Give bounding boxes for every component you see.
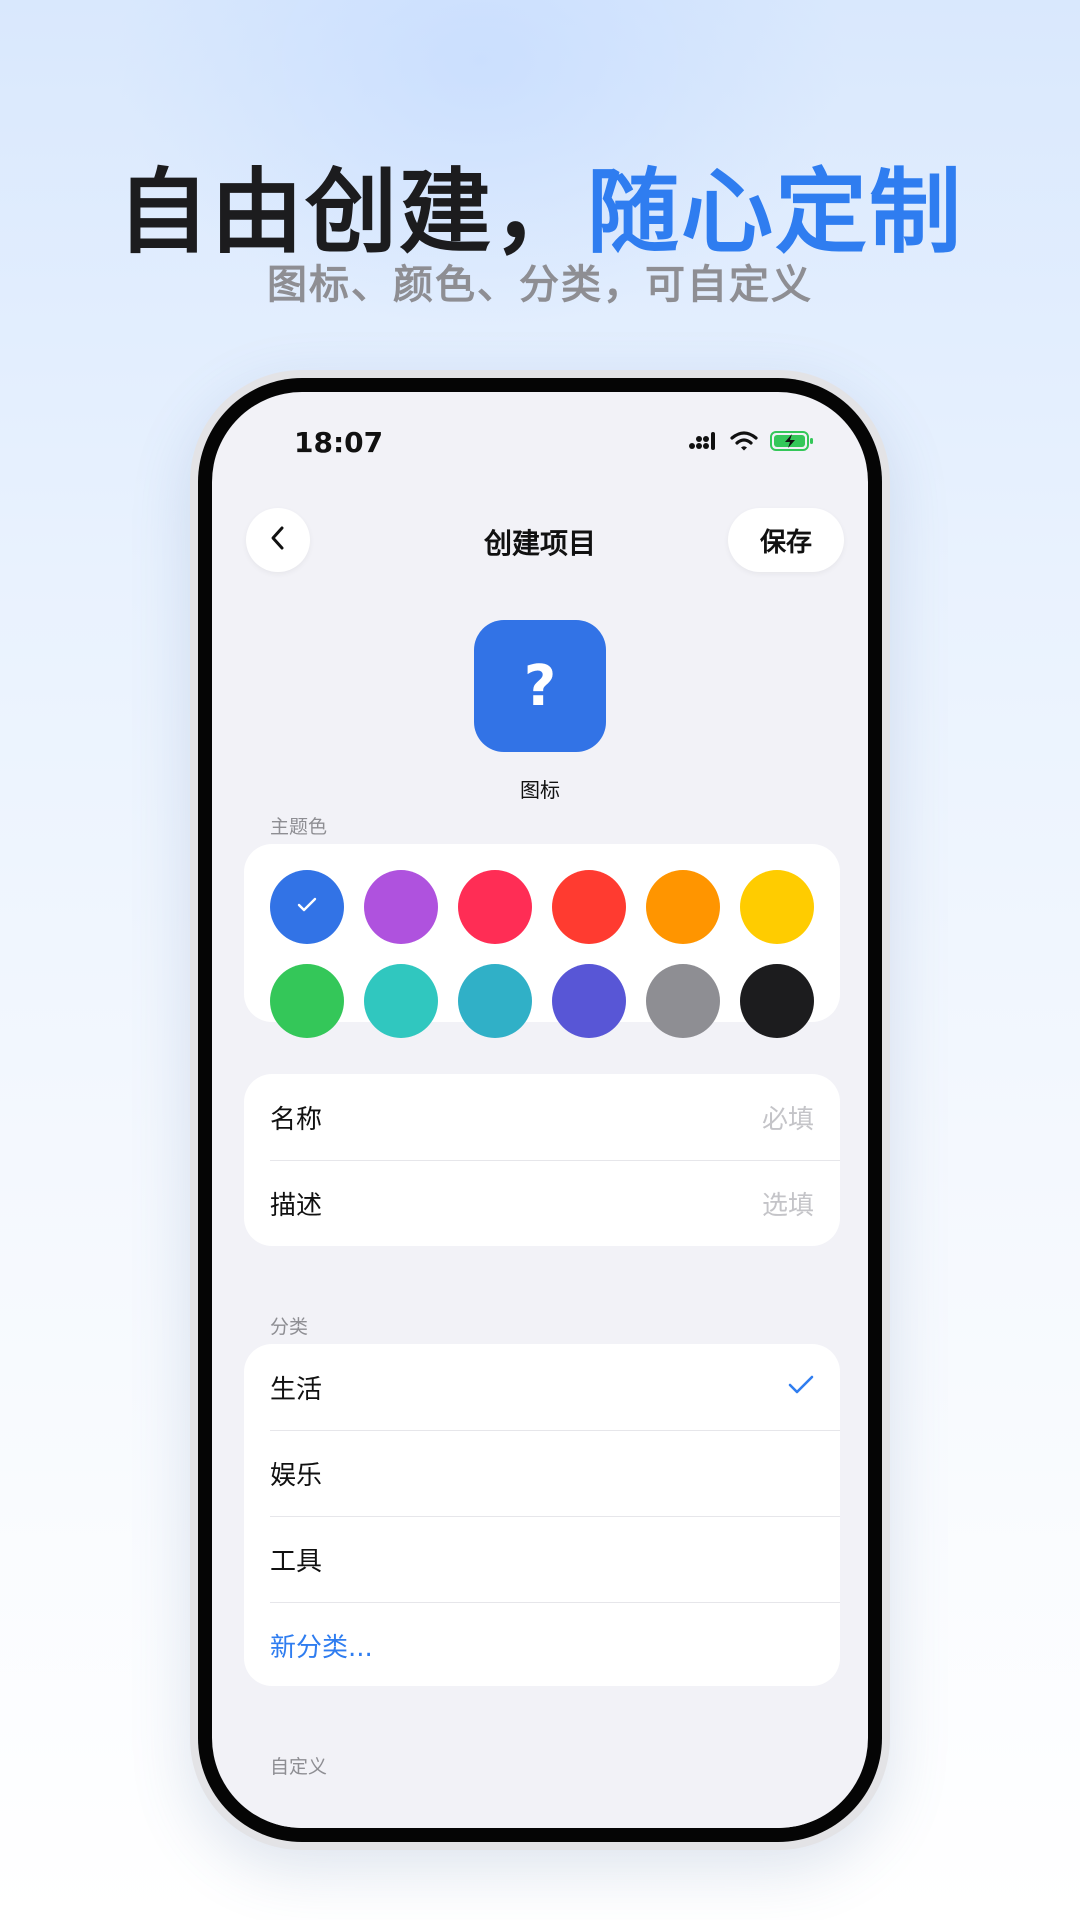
color-swatch[interactable] [270,964,344,1038]
name-field[interactable]: 名称 必填 [244,1074,840,1160]
hero-title-accent: 随心定制 [587,159,964,266]
theme-section-label: 主题色 [270,816,328,838]
status-icons [688,430,814,456]
category-card: 生活 娱乐 工具 新分类... [244,1344,840,1686]
category-item-life[interactable]: 生活 [244,1344,840,1430]
checkmark-icon [297,897,317,917]
new-category-button[interactable]: 新分类... [244,1602,840,1688]
phone-screen: 18:07 创建项目 保存 ? 图标 主题色 名称 必填 描述 选填 分类 生活… [212,392,868,1828]
color-swatch[interactable] [646,964,720,1038]
description-field-label: 描述 [270,1190,323,1221]
category-label: 生活 [270,1374,323,1405]
hero-subtitle: 图标、颜色、分类，可自定义 [267,262,813,308]
category-item-entertainment[interactable]: 娱乐 [244,1430,840,1516]
category-label: 娱乐 [270,1460,323,1491]
custom-section-label: 自定义 [270,1756,328,1778]
color-swatch[interactable] [552,870,626,944]
color-swatch[interactable] [458,964,532,1038]
wifi-icon [730,430,758,456]
category-label: 工具 [270,1546,323,1577]
name-field-label: 名称 [270,1104,323,1135]
color-swatch[interactable] [646,870,720,944]
description-field-placeholder: 选填 [761,1190,814,1221]
icon-label: 图标 [520,778,560,802]
text-fields-card: 名称 必填 描述 选填 [244,1074,840,1246]
color-swatch[interactable] [740,870,814,944]
category-section-label: 分类 [270,1316,309,1338]
color-grid [270,870,814,1038]
description-field[interactable]: 描述 选填 [244,1160,840,1246]
new-category-label: 新分类... [270,1632,373,1663]
theme-color-card [244,844,840,1038]
battery-charging-icon [770,430,814,456]
color-swatch[interactable] [364,964,438,1038]
category-item-tools[interactable]: 工具 [244,1516,840,1602]
name-field-placeholder: 必填 [761,1104,814,1135]
color-swatch[interactable] [458,870,532,944]
signal-icon [688,431,718,455]
item-icon-picker[interactable]: ? [474,620,606,752]
color-swatch[interactable] [270,870,344,944]
color-swatch[interactable] [364,870,438,944]
color-swatch[interactable] [740,964,814,1038]
status-time: 18:07 [294,426,384,459]
save-button[interactable]: 保存 [728,508,844,572]
checkmark-icon [788,1375,814,1399]
hero-title-main: 自由创建， [116,159,587,266]
question-mark-icon: ? [523,653,557,719]
color-swatch[interactable] [552,964,626,1038]
bottom-fade [212,1778,868,1828]
